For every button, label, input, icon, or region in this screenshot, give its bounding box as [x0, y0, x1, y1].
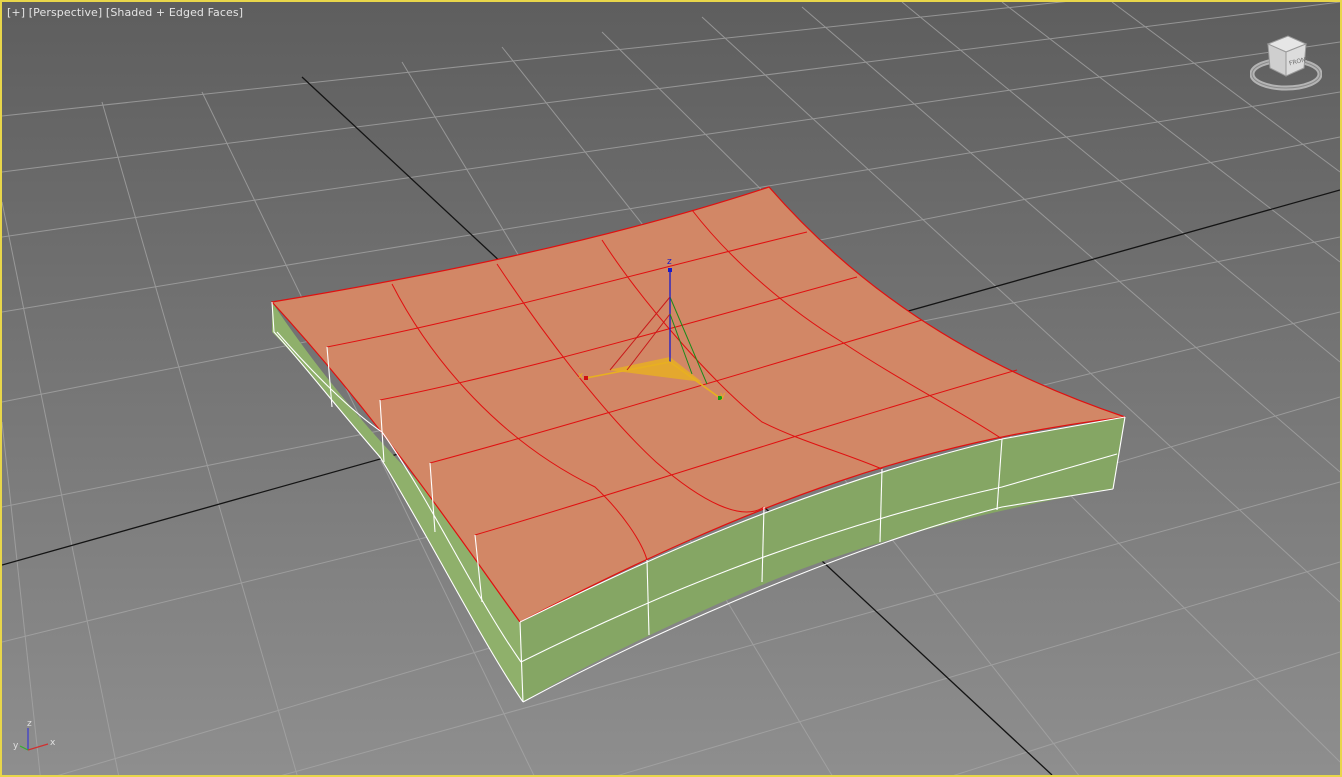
viewport-view-label[interactable]: [Perspective]: [29, 6, 103, 19]
gizmo-z-label: z: [667, 257, 672, 267]
viewport-menu-label[interactable]: [+]: [7, 6, 25, 19]
perspective-viewport[interactable]: z x y [+] [Perspective] [Shaded + Edged …: [0, 0, 1342, 777]
viewcube-icon[interactable]: FRONT: [1250, 32, 1322, 94]
gizmo-y-label: y: [720, 391, 726, 401]
viewport-label-bar: [+] [Perspective] [Shaded + Edged Faces]: [7, 6, 243, 19]
viewport-shading-label[interactable]: [Shaded + Edged Faces]: [106, 6, 243, 19]
scene-canvas[interactable]: z x y: [2, 2, 1340, 775]
box-mesh[interactable]: [270, 186, 1126, 703]
tripod-z-label: z: [27, 719, 32, 729]
axis-tripod-icon: z x y: [13, 719, 56, 751]
tripod-y-label: y: [13, 741, 19, 751]
gizmo-x-label: x: [578, 371, 584, 381]
tripod-x-label: x: [50, 738, 56, 748]
